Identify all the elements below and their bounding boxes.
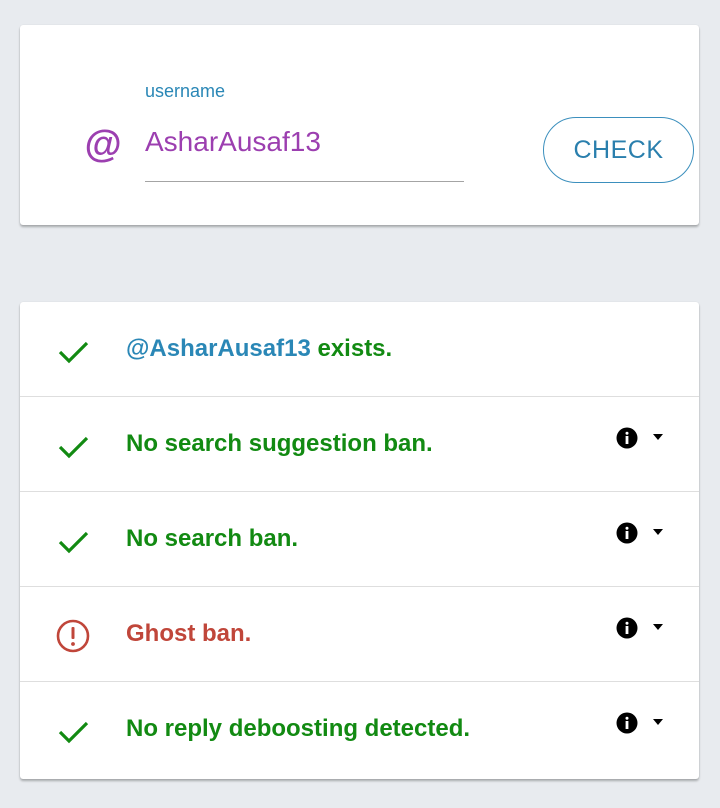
username-handle[interactable]: @AsharAusaf13 <box>126 335 311 362</box>
check-icon <box>58 531 89 554</box>
info-icon[interactable] <box>616 522 638 544</box>
exists-text: @AsharAusaf13 exists. <box>126 334 392 364</box>
result-row[interactable]: No reply deboosting detected. <box>20 682 699 777</box>
at-sign-icon: @ <box>84 124 122 166</box>
alert-circle-icon <box>56 619 90 653</box>
username-label: username <box>145 81 226 101</box>
caret-down-icon[interactable] <box>652 718 664 726</box>
result-row[interactable]: No search suggestion ban. <box>20 397 699 492</box>
result-row-exists: @AsharAusaf13 exists. <box>20 302 699 397</box>
caret-down-icon[interactable] <box>652 528 664 536</box>
username-underline <box>145 181 464 182</box>
search-ban-text: No search ban. <box>126 525 299 552</box>
check-icon <box>58 436 89 459</box>
info-icon[interactable] <box>616 617 638 639</box>
result-row[interactable]: No search ban. <box>20 492 699 587</box>
reply-deboosting-text: No reply deboosting detected. <box>126 715 471 742</box>
results-card: @AsharAusaf13 exists. No search suggesti… <box>20 302 699 779</box>
check-icon <box>58 721 89 744</box>
result-row[interactable]: Ghost ban. <box>20 587 699 682</box>
ghost-ban-text: Ghost ban. <box>126 620 252 647</box>
username-input[interactable] <box>145 124 463 160</box>
caret-down-icon[interactable] <box>652 623 664 631</box>
exists-suffix: exists. <box>310 335 393 362</box>
username-card: @ username CHECK <box>20 25 699 225</box>
info-icon[interactable] <box>616 712 638 734</box>
check-button[interactable]: CHECK <box>543 117 694 183</box>
caret-down-icon[interactable] <box>652 433 664 441</box>
search-suggestion-ban-text: No search suggestion ban. <box>126 430 433 457</box>
check-icon <box>58 341 89 364</box>
info-icon[interactable] <box>616 427 638 449</box>
